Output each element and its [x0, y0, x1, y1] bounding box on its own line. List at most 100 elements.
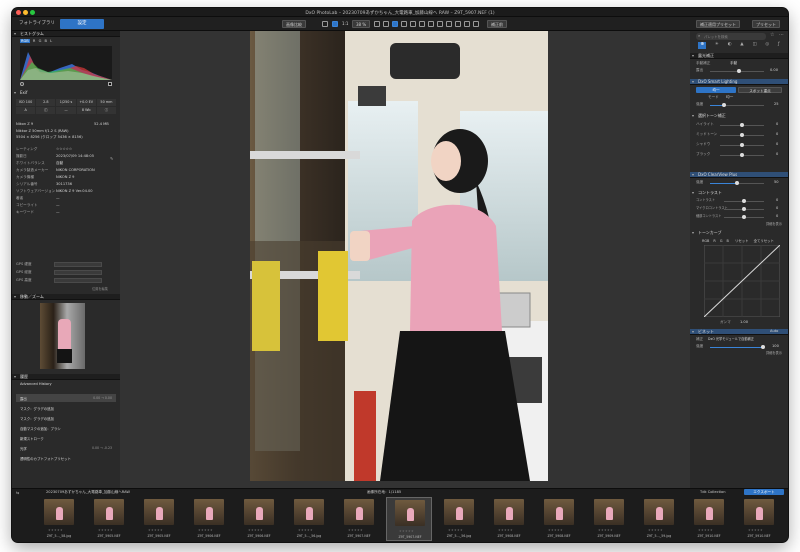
- preset-menu-button[interactable]: プリセット: [752, 20, 780, 28]
- exposure-value[interactable]: 0.00: [770, 68, 778, 73]
- selective-tone-value[interactable]: 0: [776, 142, 778, 147]
- tone-curve-header[interactable]: トーンカーブ: [690, 230, 788, 236]
- local-palette-icon[interactable]: ◎: [765, 42, 769, 49]
- tab-photo-library[interactable]: フォトライブラリ: [14, 19, 60, 29]
- rotate-right-icon[interactable]: [383, 21, 389, 27]
- image-viewer[interactable]: [120, 31, 690, 488]
- smart-lighting-header[interactable]: DxO Smart Lighting: [690, 79, 788, 85]
- filmstrip-thumbnail[interactable]: ★★★★★ Z9T_5906.NEF: [236, 497, 282, 541]
- zoom-one-to-one[interactable]: 1:1: [342, 20, 348, 28]
- slider-knob[interactable]: [740, 133, 744, 137]
- selective-tone-slider[interactable]: [720, 123, 764, 127]
- local-adjust-icon[interactable]: [455, 21, 461, 27]
- filter-icon[interactable]: ⇆: [16, 490, 19, 495]
- geometry-palette-icon[interactable]: ◫: [752, 42, 756, 49]
- history-item[interactable]: 自動マスクの追加：ブラシ: [16, 424, 116, 432]
- exif-header[interactable]: Exif: [12, 90, 120, 96]
- selective-tone-header[interactable]: 選択トーン補正: [690, 113, 788, 119]
- curve-tab-rgb[interactable]: RGB: [702, 239, 709, 243]
- gamma-value[interactable]: 1.00: [740, 320, 748, 325]
- histogram-header[interactable]: ヒストグラム: [12, 31, 120, 37]
- metadata-value[interactable]: 3011736: [56, 182, 72, 187]
- contrast-value[interactable]: 0: [776, 206, 778, 211]
- vignette-preset-value[interactable]: DxO 光学モジュールで自動補正: [708, 337, 754, 342]
- favorite-star-icon[interactable]: ☆: [770, 32, 774, 38]
- channel-r[interactable]: R: [33, 39, 36, 43]
- contrast-slider[interactable]: [724, 199, 764, 203]
- channel-g[interactable]: G: [39, 39, 42, 43]
- main-photo[interactable]: [250, 31, 548, 481]
- thumbnail-rating[interactable]: ★★★★★: [298, 528, 313, 532]
- clearview-value[interactable]: 50: [774, 180, 779, 185]
- smart-lighting-strength-value[interactable]: 25: [774, 102, 779, 107]
- filmstrip-thumbnail[interactable]: ★★★★★ Z9T_5908.NEF: [536, 497, 582, 541]
- red-eye-icon[interactable]: [437, 21, 443, 27]
- navigator-preview[interactable]: [40, 303, 85, 369]
- folder-path[interactable]: 20230709あずかちゃん_大電路車_加藤山線へRAW: [46, 490, 130, 495]
- shadow-clip-icon[interactable]: [20, 82, 24, 86]
- history-item[interactable]: マスク：グラデの追加: [16, 404, 116, 412]
- light-palette-icon[interactable]: ☀: [715, 42, 719, 49]
- exposure-mode-value[interactable]: 手動: [730, 61, 737, 66]
- collection-label[interactable]: Tdk Collection: [700, 490, 725, 494]
- metadata-value[interactable]: NIKON CORPORATION: [56, 168, 95, 173]
- apply-preset-button[interactable]: 補正適用プリセット: [696, 20, 740, 28]
- slider-knob[interactable]: [742, 215, 746, 219]
- channel-rgb[interactable]: RGB: [20, 39, 30, 43]
- filmstrip-thumbnail[interactable]: ★★★★★ Z9T_5…_59.jpg: [636, 497, 682, 541]
- vignette-slider[interactable]: [710, 345, 765, 349]
- contrast-more-link[interactable]: 詳細を表示: [766, 222, 782, 227]
- history-item[interactable]: 透明性のカプトフォトプリセット: [16, 454, 116, 462]
- vignette-more-link[interactable]: 詳細を表示: [766, 351, 782, 356]
- metadata-value[interactable]: NIKON Z 9: [56, 175, 74, 180]
- slider-knob[interactable]: [740, 123, 744, 127]
- thumbnail-rating[interactable]: ★★★★★: [448, 528, 463, 532]
- thumbnail-rating[interactable]: ★★★★★: [248, 528, 263, 532]
- metadata-value[interactable]: —: [56, 210, 60, 215]
- curve-reset-button[interactable]: リセット: [735, 239, 749, 243]
- clearview-header[interactable]: DxO ClearView Plus: [690, 172, 788, 178]
- exposure-slider[interactable]: [710, 69, 764, 73]
- thumbnail-rating[interactable]: ★★★★★: [148, 528, 163, 532]
- gps-edit-link[interactable]: 位置を編集: [92, 287, 108, 292]
- smart-lighting-mode-value[interactable]: 均一: [726, 95, 733, 100]
- selective-tone-value[interactable]: 0: [776, 132, 778, 137]
- highlight-clip-icon[interactable]: [108, 82, 112, 86]
- palette-search[interactable]: ⌕ パレットを検索: [696, 33, 766, 40]
- smart-lighting-spot-button[interactable]: スポット重点: [738, 87, 782, 93]
- thumbnail-rating[interactable]: ★★★★★: [598, 528, 613, 532]
- slider-knob[interactable]: [740, 153, 744, 157]
- fit-view-icon[interactable]: [332, 21, 338, 27]
- navigator-header[interactable]: 移動／ズーム: [12, 294, 120, 300]
- filmstrip-thumbnail[interactable]: ★★★★★ Z9T_5907.NEF: [386, 497, 432, 541]
- slider-knob[interactable]: [742, 207, 746, 211]
- thumbnail-rating[interactable]: ★★★★★: [698, 528, 713, 532]
- contrast-slider[interactable]: [724, 207, 764, 211]
- perspective-icon[interactable]: [410, 21, 416, 27]
- thumbnail-rating[interactable]: ★★★★★: [748, 528, 763, 532]
- exposure-header[interactable]: 露光補正: [690, 53, 788, 59]
- thumbnail-rating[interactable]: ★★★★★: [399, 529, 414, 533]
- vignette-strength-value[interactable]: 100: [772, 344, 779, 349]
- detail-palette-icon[interactable]: ▲: [740, 42, 743, 49]
- effects-palette-icon[interactable]: ƒ: [778, 42, 780, 49]
- metadata-value[interactable]: 2023/07/09 14:48:05: [56, 154, 94, 159]
- history-header[interactable]: 履歴: [12, 374, 120, 380]
- history-item[interactable]: 新規ストローク: [16, 434, 116, 442]
- curve-tab-b[interactable]: B: [727, 239, 729, 243]
- contrast-value[interactable]: 0: [776, 214, 778, 219]
- export-button[interactable]: エクスポート: [744, 489, 784, 495]
- metadata-value[interactable]: NIKON Z 9 Ver.04.00: [56, 189, 93, 194]
- tone-curve-graph[interactable]: [704, 245, 780, 317]
- straighten-icon[interactable]: [401, 21, 407, 27]
- curve-reset-all-button[interactable]: 全てリセット: [754, 239, 774, 243]
- layout-icon[interactable]: [322, 21, 328, 27]
- selective-tone-slider[interactable]: [720, 133, 764, 137]
- loupe-icon[interactable]: [473, 21, 479, 27]
- gps-field[interactable]: [54, 262, 102, 267]
- thumbnail-rating[interactable]: ★★★★★: [648, 528, 663, 532]
- smart-lighting-slider[interactable]: [710, 103, 764, 107]
- filmstrip-thumbnail[interactable]: ★★★★★ Z9T_5907.NEF: [336, 497, 382, 541]
- history-item[interactable]: マスク：グラデの追加: [16, 414, 116, 422]
- tab-customize[interactable]: 設定: [60, 19, 104, 29]
